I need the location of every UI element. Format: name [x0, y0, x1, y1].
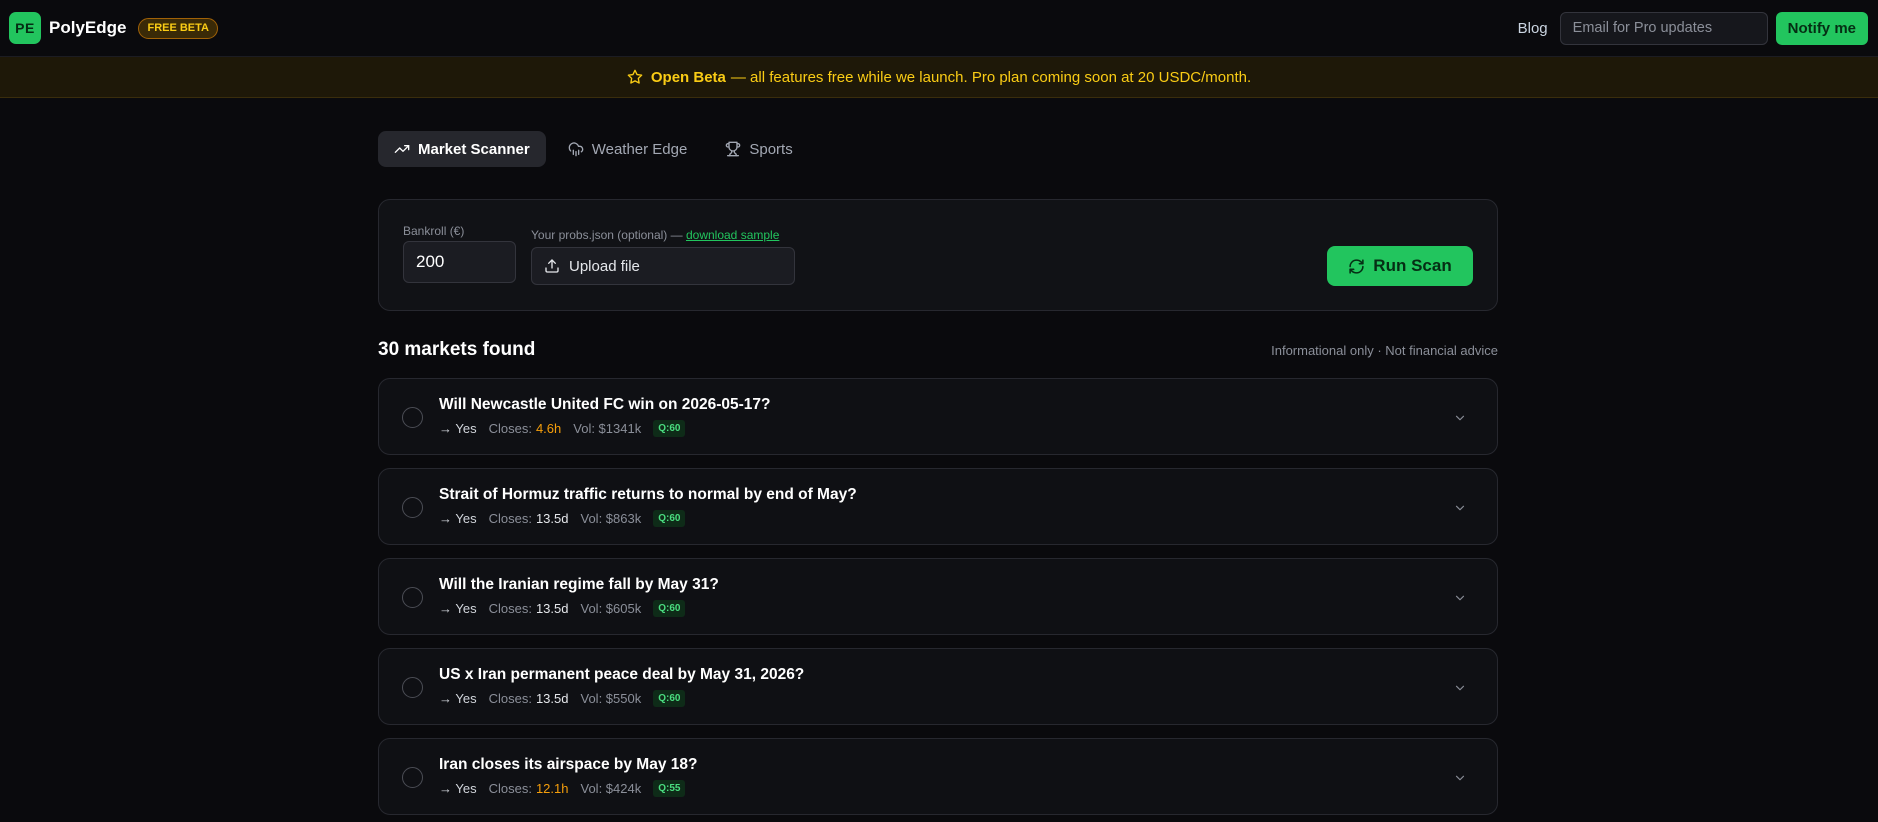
tab-weather-edge[interactable]: Weather Edge — [552, 131, 704, 167]
volume: Vol: $605k — [580, 601, 642, 616]
tab-label: Weather Edge — [591, 140, 688, 158]
quality-badge: Q:60 — [653, 510, 686, 527]
probs-group: Your probs.json (optional) — download sa… — [531, 228, 795, 285]
closes-label: Closes: — [488, 511, 532, 526]
select-radio[interactable] — [402, 497, 423, 518]
select-radio[interactable] — [402, 587, 423, 608]
market-title: Will the Iranian regime fall by May 31? — [439, 576, 719, 593]
select-radio[interactable] — [402, 407, 423, 428]
disclaimer: Informational only · Not financial advic… — [1271, 342, 1498, 358]
notify-button[interactable]: Notify me — [1775, 11, 1868, 45]
market-row[interactable]: Iran closes its airspace by May 18? → Ye… — [378, 738, 1498, 815]
blog-link[interactable]: Blog — [1518, 20, 1548, 37]
market-title: US x Iran permanent peace deal by May 31… — [439, 666, 805, 683]
closes-value: 13.5d — [535, 691, 569, 706]
top-bar: PE PolyEdge FREE BETA Blog Notify me — [0, 0, 1878, 57]
beta-banner: Open Beta — all features free while we l… — [0, 57, 1878, 98]
closes-label: Closes: — [488, 421, 532, 436]
market-meta: → Yes Closes: 13.5d Vol: $605k Q:60 — [439, 600, 686, 617]
trophy-icon — [725, 141, 741, 157]
market-side: → Yes — [439, 601, 477, 616]
market-row[interactable]: Strait of Hormuz traffic returns to norm… — [378, 468, 1498, 545]
tab-market-scanner[interactable]: Market Scanner — [378, 131, 546, 167]
beta-badge: FREE BETA — [138, 17, 218, 39]
volume: Vol: $863k — [580, 511, 642, 526]
market-list: Will Newcastle United FC win on 2026-05-… — [378, 378, 1498, 815]
volume: Vol: $550k — [580, 691, 642, 706]
market-title: Iran closes its airspace by May 18? — [439, 756, 698, 773]
closes-label: Closes: — [488, 601, 532, 616]
market-title: Strait of Hormuz traffic returns to norm… — [439, 486, 857, 503]
bankroll-input[interactable]: 200 — [403, 241, 516, 283]
banner-strong: Open Beta — [650, 68, 726, 86]
cloud-rain-icon — [568, 141, 584, 157]
quality-badge: Q:60 — [653, 690, 686, 707]
run-scan-label: Run Scan — [1373, 256, 1452, 275]
market-row[interactable]: Will the Iranian regime fall by May 31? … — [378, 558, 1498, 635]
bankroll-label: Bankroll (€) — [403, 224, 465, 238]
chevron-down-icon[interactable] — [1453, 411, 1467, 425]
tab-sports[interactable]: Sports — [709, 131, 808, 167]
volume: Vol: $1341k — [573, 421, 642, 436]
results-header: 30 markets found Informational only · No… — [378, 338, 1498, 362]
closes-label: Closes: — [488, 691, 532, 706]
upload-label: Upload file — [569, 257, 640, 275]
market-side: → Yes — [439, 421, 477, 436]
tab-label: Market Scanner — [418, 140, 530, 158]
banner-text: — all features free while we launch. Pro… — [730, 68, 1252, 86]
closes-value: 4.6h — [535, 421, 562, 436]
probs-label-text: Your probs.json (optional) — — [531, 228, 683, 242]
select-radio[interactable] — [402, 767, 423, 788]
market-meta: → Yes Closes: 12.1h Vol: $424k Q:55 — [439, 780, 686, 797]
scan-panel: Bankroll (€) 200 Your probs.json (option… — [378, 199, 1498, 311]
market-title: Will Newcastle United FC win on 2026-05-… — [439, 396, 771, 413]
chevron-down-icon[interactable] — [1453, 591, 1467, 605]
closes-value: 13.5d — [535, 511, 569, 526]
closes-value: 12.1h — [535, 781, 569, 796]
download-sample-link[interactable]: download sample — [686, 228, 779, 242]
main-content: Market Scanner Weather Edge Sports Bankr… — [378, 131, 1498, 815]
quality-badge: Q:55 — [653, 780, 686, 797]
bankroll-group: Bankroll (€) 200 — [403, 224, 516, 283]
logo-badge[interactable]: PE — [9, 12, 41, 44]
closes-value: 13.5d — [535, 601, 569, 616]
refresh-icon — [1348, 258, 1365, 275]
volume: Vol: $424k — [580, 781, 642, 796]
quality-badge: Q:60 — [653, 600, 686, 617]
email-input[interactable] — [1559, 11, 1768, 45]
results-title: 30 markets found — [378, 339, 536, 360]
market-row[interactable]: Will Newcastle United FC win on 2026-05-… — [378, 378, 1498, 455]
tab-bar: Market Scanner Weather Edge Sports — [378, 131, 1498, 167]
trending-up-icon — [394, 141, 410, 157]
run-scan-button[interactable]: Run Scan — [1327, 246, 1473, 286]
brand-name[interactable]: PolyEdge — [49, 18, 126, 38]
probs-label: Your probs.json (optional) — download sa… — [531, 228, 795, 242]
market-meta: → Yes Closes: 13.5d Vol: $550k Q:60 — [439, 690, 686, 707]
market-side: → Yes — [439, 691, 477, 706]
upload-icon — [544, 258, 560, 274]
chevron-down-icon[interactable] — [1453, 501, 1467, 515]
chevron-down-icon[interactable] — [1453, 681, 1467, 695]
chevron-down-icon[interactable] — [1453, 771, 1467, 785]
closes-label: Closes: — [488, 781, 532, 796]
star-icon — [627, 69, 643, 85]
market-row[interactable]: US x Iran permanent peace deal by May 31… — [378, 648, 1498, 725]
market-meta: → Yes Closes: 4.6h Vol: $1341k Q:60 — [439, 420, 686, 437]
market-side: → Yes — [439, 781, 477, 796]
select-radio[interactable] — [402, 677, 423, 698]
market-meta: → Yes Closes: 13.5d Vol: $863k Q:60 — [439, 510, 686, 527]
upload-file-button[interactable]: Upload file — [531, 247, 795, 285]
market-side: → Yes — [439, 511, 477, 526]
tab-label: Sports — [749, 140, 793, 158]
quality-badge: Q:60 — [653, 420, 686, 437]
